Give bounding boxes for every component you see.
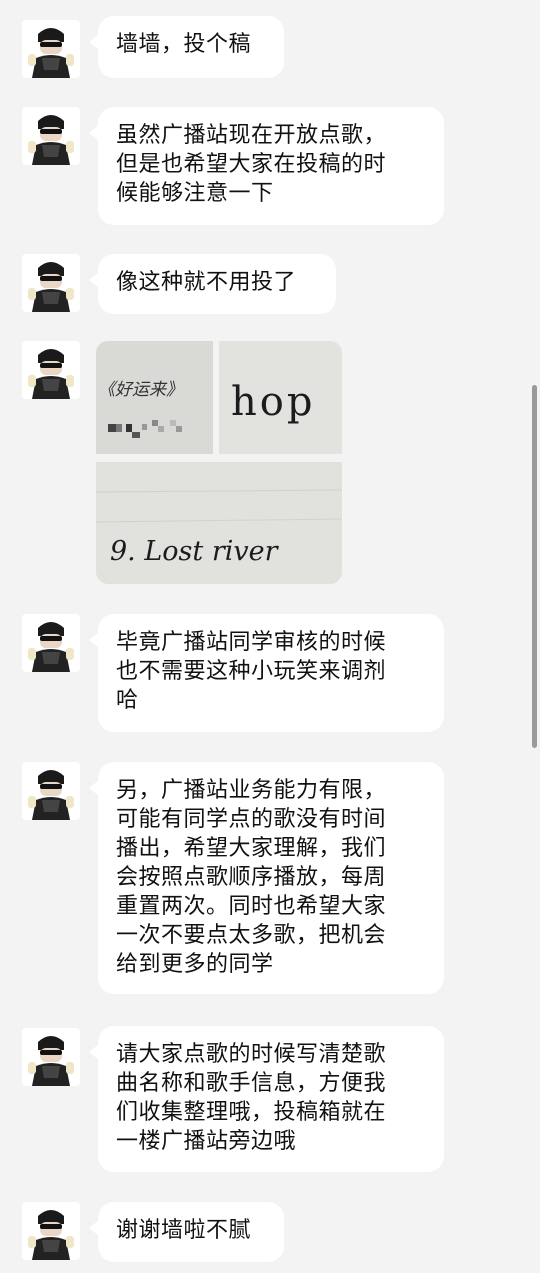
image-message[interactable]: 《好运来》 hop 9. Lost river — [96, 341, 342, 584]
avatar[interactable] — [22, 20, 80, 78]
photo-handwriting-text: hop — [231, 379, 316, 425]
photo-handwriting-text: 9. Lost river — [110, 536, 278, 567]
chat-bubble[interactable]: 另，广播站业务能力有限， 可能有同学点的歌没有时间 播出，希望大家理解，我们 会… — [89, 762, 444, 994]
chat-bubble[interactable]: 毕竟广播站同学审核的时候 也不需要这种小玩笑来调剂 哈 — [89, 614, 444, 732]
avatar-image — [22, 20, 80, 78]
chat-bubble[interactable]: 虽然广播站现在开放点歌， 但是也希望大家在投稿的时 候能够注意一下 — [89, 107, 444, 225]
avatar-image — [22, 1028, 80, 1086]
chat-bubble[interactable]: 像这种就不用投了 — [89, 254, 336, 314]
chat-bubble[interactable]: 谢谢墙啦不腻 — [89, 1202, 284, 1262]
handwriting-photo[interactable]: 9. Lost river — [96, 462, 342, 584]
message-text: 另，广播站业务能力有限， 可能有同学点的歌没有时间 播出，希望大家理解，我们 会… — [116, 778, 387, 977]
chat-bubble[interactable]: 墙墙，投个稿 — [89, 16, 284, 78]
handwriting-photo[interactable]: 《好运来》 — [96, 341, 213, 454]
avatar[interactable] — [22, 762, 80, 820]
avatar[interactable] — [22, 1028, 80, 1086]
avatar-image — [22, 107, 80, 165]
avatar[interactable] — [22, 614, 80, 672]
message-text: 毕竟广播站同学审核的时候 也不需要这种小玩笑来调剂 哈 — [116, 630, 387, 713]
avatar[interactable] — [22, 254, 80, 312]
avatar[interactable] — [22, 107, 80, 165]
avatar-image — [22, 762, 80, 820]
scrollbar[interactable] — [532, 385, 537, 748]
avatar[interactable] — [22, 1202, 80, 1260]
avatar-image — [22, 614, 80, 672]
avatar[interactable] — [22, 341, 80, 399]
message-text: 像这种就不用投了 — [116, 270, 297, 295]
avatar-image — [22, 254, 80, 312]
handwriting-photo[interactable]: hop — [219, 341, 342, 454]
message-text: 请大家点歌的时候写清楚歌 曲名称和歌手信息，方便我 们收集整理哦，投稿箱就在 一… — [116, 1042, 387, 1154]
message-text: 虽然广播站现在开放点歌， 但是也希望大家在投稿的时 候能够注意一下 — [116, 123, 387, 206]
avatar-image — [22, 341, 80, 399]
pixelated-area — [108, 420, 182, 438]
message-text: 谢谢墙啦不腻 — [116, 1218, 252, 1243]
chat-bubble[interactable]: 请大家点歌的时候写清楚歌 曲名称和歌手信息，方便我 们收集整理哦，投稿箱就在 一… — [89, 1026, 444, 1172]
message-text: 墙墙，投个稿 — [116, 32, 252, 57]
avatar-image — [22, 1202, 80, 1260]
